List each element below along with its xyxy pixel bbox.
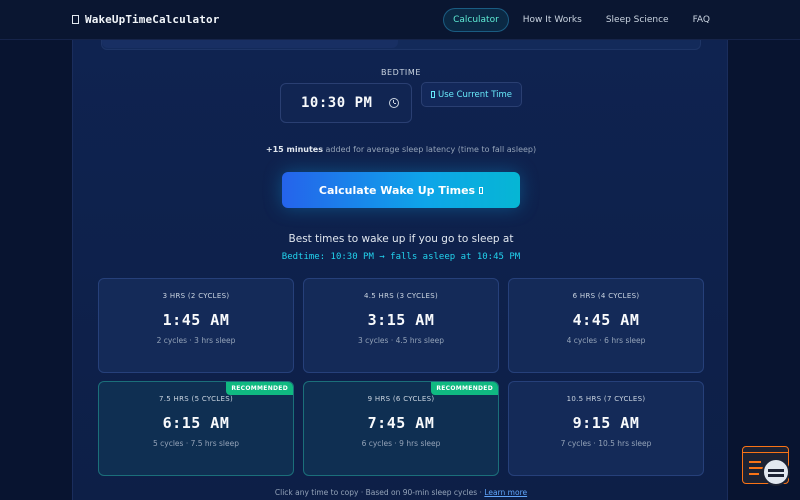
card-duration: 3 HRS (2 CYCLES): [162, 292, 230, 300]
wake-time-card-recommended[interactable]: RECOMMENDED 9 HRS (6 CYCLES) 7:45 AM 6 c…: [303, 381, 499, 476]
calculator-panel: BEDTIME 10:30 PM Use Current Time +15 mi…: [72, 40, 728, 500]
bedtime-input[interactable]: 10:30 PM: [280, 83, 412, 123]
card-detail: 7 cycles · 10.5 hrs sleep: [560, 439, 652, 448]
card-time: 7:45 AM: [367, 414, 435, 432]
card-time: 9:15 AM: [572, 414, 640, 432]
nav-how-it-works[interactable]: How It Works: [513, 8, 592, 32]
wake-time-card[interactable]: 6 HRS (4 CYCLES) 4:45 AM 4 cycles · 6 hr…: [508, 278, 704, 373]
logo-icon: [72, 15, 79, 24]
results-title: Best times to wake up if you go to sleep…: [288, 233, 514, 245]
wake-time-card[interactable]: 4.5 HRS (3 CYCLES) 3:15 AM 3 cycles · 4.…: [303, 278, 499, 373]
clock-icon[interactable]: [389, 98, 399, 108]
latency-description: added for average sleep latency (time to…: [322, 145, 537, 154]
box-icon: [479, 186, 484, 194]
widget-line: [749, 473, 759, 475]
site-header: WakeUpTimeCalculator Calculator How It W…: [0, 0, 800, 40]
bedtime-value: 10:30 PM: [301, 95, 373, 111]
footer-note: Click any time to copy · Based on 90-min…: [73, 488, 729, 497]
card-detail: 2 cycles · 3 hrs sleep: [156, 336, 236, 345]
calculate-button[interactable]: Calculate Wake Up Times: [282, 172, 520, 208]
card-detail: 6 cycles · 9 hrs sleep: [361, 439, 441, 448]
bedtime-label: BEDTIME: [380, 68, 422, 77]
card-time: 1:45 AM: [162, 311, 230, 329]
mode-selector-active[interactable]: [102, 40, 398, 48]
card-duration: 6 HRS (4 CYCLES): [572, 292, 640, 300]
use-current-time-label: Use Current Time: [437, 89, 512, 100]
card-duration: 7.5 HRS (5 CYCLES): [158, 395, 233, 403]
card-duration: 9 HRS (6 CYCLES): [367, 395, 435, 403]
mode-selector-strip: [101, 40, 701, 50]
card-detail: 3 cycles · 4.5 hrs sleep: [357, 336, 445, 345]
card-duration: 10.5 HRS (7 CYCLES): [566, 395, 646, 403]
wake-time-card[interactable]: 10.5 HRS (7 CYCLES) 9:15 AM 7 cycles · 1…: [508, 381, 704, 476]
nav-sleep-science[interactable]: Sleep Science: [596, 8, 679, 32]
card-time: 4:45 AM: [572, 311, 640, 329]
logo-text: WakeUpTimeCalculator: [85, 13, 220, 26]
card-time: 6:15 AM: [162, 414, 230, 432]
results-subtitle: Bedtime: 10:30 PM → falls asleep at 10:4…: [281, 252, 521, 262]
box-icon: [430, 91, 435, 98]
learn-more-link[interactable]: Learn more: [484, 488, 527, 497]
recommended-badge: RECOMMENDED: [431, 382, 498, 395]
widget-titlebar: [743, 447, 788, 453]
nav-faq[interactable]: FAQ: [683, 8, 720, 32]
widget-line: [749, 461, 761, 463]
wake-time-card[interactable]: 3 HRS (2 CYCLES) 1:45 AM 2 cycles · 3 hr…: [98, 278, 294, 373]
use-current-time-button[interactable]: Use Current Time: [421, 82, 522, 107]
nav-calculator[interactable]: Calculator: [443, 7, 509, 32]
chat-assistant-icon[interactable]: [762, 458, 790, 486]
wake-time-card-recommended[interactable]: RECOMMENDED 7.5 HRS (5 CYCLES) 6:15 AM 5…: [98, 381, 294, 476]
latency-note: +15 minutes added for average sleep late…: [73, 145, 729, 154]
recommended-badge: RECOMMENDED: [226, 382, 293, 395]
card-detail: 5 cycles · 7.5 hrs sleep: [152, 439, 240, 448]
logo[interactable]: WakeUpTimeCalculator: [72, 13, 219, 26]
footer-text: Click any time to copy · Based on 90-min…: [274, 488, 485, 497]
card-duration: 4.5 HRS (3 CYCLES): [363, 292, 438, 300]
card-detail: 4 cycles · 6 hrs sleep: [566, 336, 646, 345]
calculate-label: Calculate Wake Up Times: [318, 183, 476, 197]
latency-amount: +15 minutes: [265, 145, 323, 154]
main-nav: Calculator How It Works Sleep Science FA…: [443, 7, 720, 32]
card-time: 3:15 AM: [367, 311, 435, 329]
